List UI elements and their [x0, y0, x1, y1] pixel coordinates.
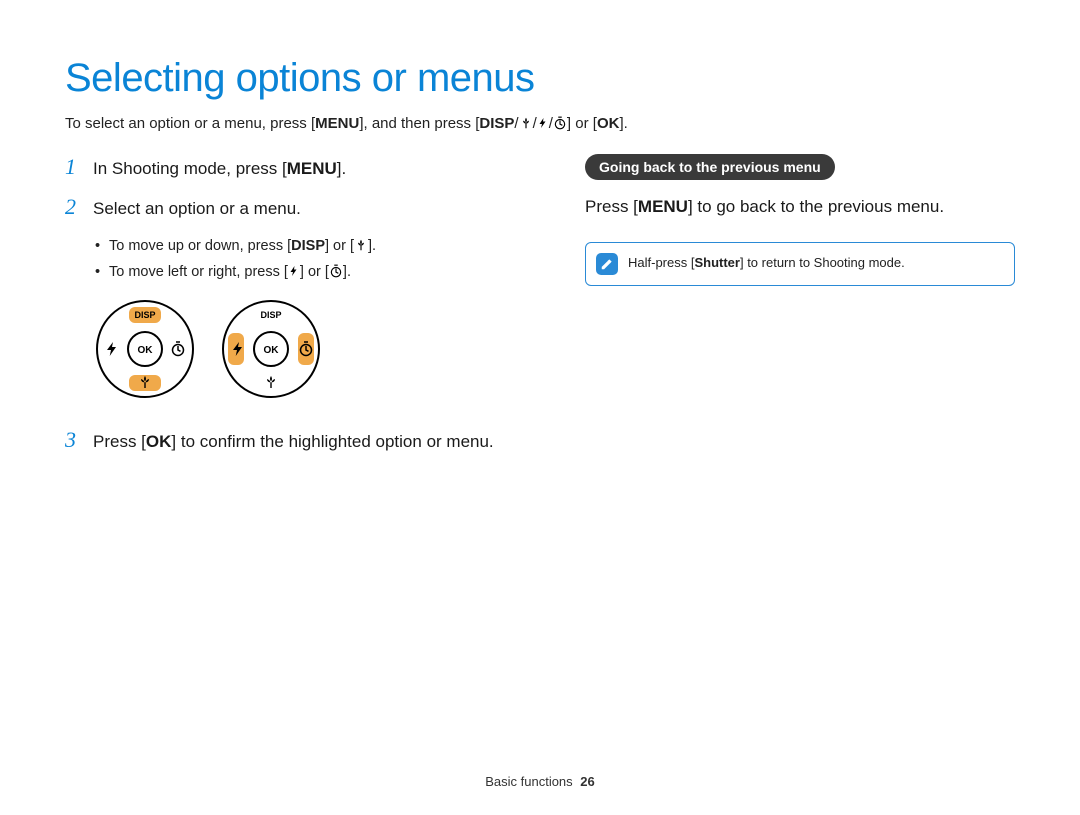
disp-label: DISP [479, 115, 514, 132]
b1-pre: To move up or down, press [ [109, 238, 291, 254]
r-pre: Press [ [585, 197, 638, 216]
step2-text: Select an option or a menu. [93, 194, 301, 222]
dial-vertical: DISP OK [95, 299, 195, 399]
b1-mid: ] or [ [325, 238, 354, 254]
step-number: 3 [65, 427, 93, 455]
macro-icon [354, 238, 368, 252]
timer-icon [553, 116, 567, 130]
goback-text: Press [MENU] to go back to the previous … [585, 194, 1015, 220]
disp-label: DISP [291, 238, 325, 254]
note-icon [596, 253, 618, 275]
menu-label: MENU [287, 159, 337, 178]
step1-pre: In Shooting mode, press [ [93, 159, 287, 178]
macro-icon [519, 116, 533, 130]
menu-label: MENU [315, 115, 359, 132]
intro-pre: To select an option or a menu, press [ [65, 115, 315, 132]
bullet-updown: • To move up or down, press [DISP] or []… [95, 233, 535, 259]
flash-icon [288, 264, 300, 278]
step3-pre: Press [ [93, 432, 146, 451]
shutter-label: Shutter [694, 255, 740, 270]
ok-label: OK [146, 432, 172, 451]
dial-disp: DISP [134, 310, 155, 320]
intro-mid2: ] or [ [567, 115, 597, 132]
step-number: 1 [65, 154, 93, 182]
dial-ok: OK [138, 345, 154, 356]
step-2: 2 Select an option or a menu. [65, 194, 535, 222]
note-post: ] to return to Shooting mode. [740, 255, 905, 270]
footer-page: 26 [580, 774, 594, 789]
step1-post: ]. [337, 159, 346, 178]
step-number: 2 [65, 194, 93, 222]
dial-ok: OK [264, 345, 280, 356]
step3-post: ] to confirm the highlighted option or m… [171, 432, 493, 451]
flash-icon [537, 116, 549, 130]
menu-label: MENU [638, 197, 688, 216]
subsection-pill: Going back to the previous menu [585, 154, 835, 180]
step-1: 1 In Shooting mode, press [MENU]. [65, 154, 535, 182]
b2-mid: ] or [ [300, 264, 329, 280]
note-pre: Half-press [ [628, 255, 694, 270]
footer-section: Basic functions [485, 774, 572, 789]
r-post: ] to go back to the previous menu. [688, 197, 944, 216]
page-footer: Basic functions 26 [0, 774, 1080, 789]
intro-mid1: ], and then press [ [359, 115, 479, 132]
b2-post: ]. [343, 264, 351, 280]
dial-horizontal: DISP OK [221, 299, 321, 399]
note-box: Half-press [Shutter] to return to Shooti… [585, 242, 1015, 286]
b2-pre: To move left or right, press [ [109, 264, 288, 280]
intro-post: ]. [619, 115, 627, 132]
dial-disp: DISP [260, 310, 281, 320]
page-title: Selecting options or menus [65, 56, 1015, 101]
timer-icon [329, 264, 343, 278]
b1-post: ]. [368, 238, 376, 254]
bullet-leftright: • To move left or right, press [] or []. [95, 259, 535, 285]
ok-label: OK [597, 115, 620, 132]
step-3: 3 Press [OK] to confirm the highlighted … [65, 427, 535, 455]
intro-line: To select an option or a menu, press [ME… [65, 115, 1015, 132]
